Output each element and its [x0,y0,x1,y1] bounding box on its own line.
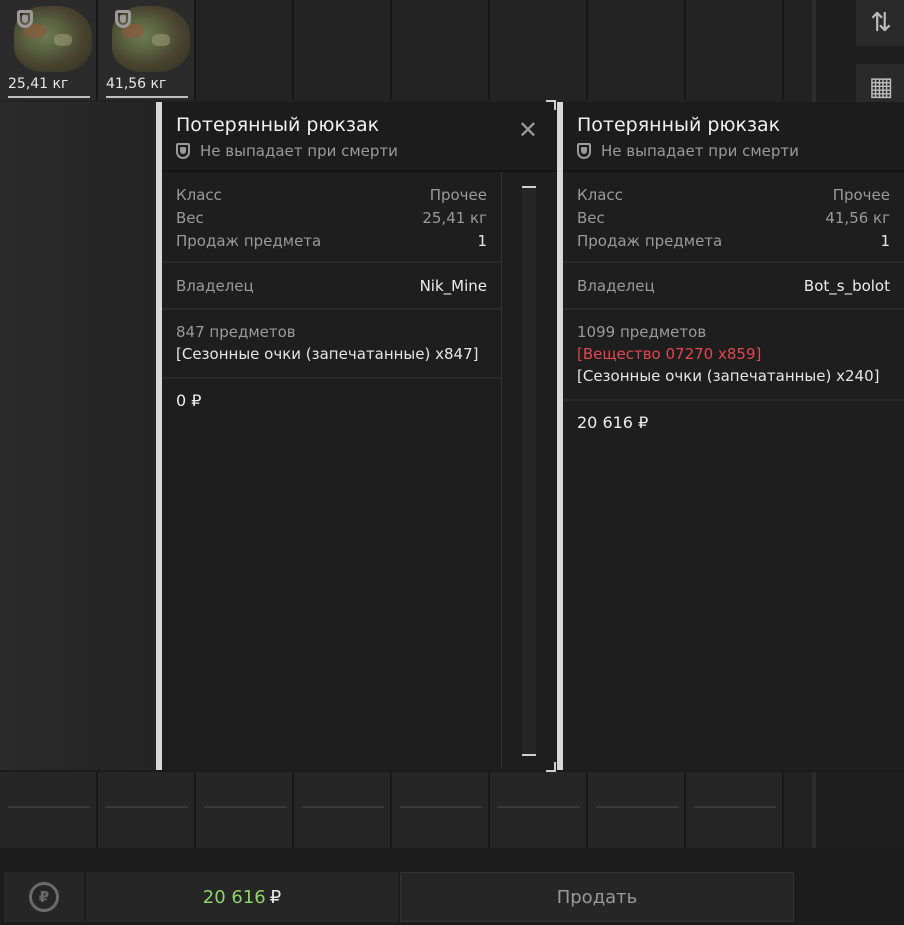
inventory-slot-4[interactable] [294,0,392,100]
no-drop-label: Не выпадает при смерти [200,142,398,160]
inventory-slot-1[interactable]: 25,41 кг [0,0,98,100]
inventory-slot-7[interactable] [588,0,686,100]
weight-label: Вес [176,209,204,227]
inventory-slot[interactable] [588,772,686,848]
slot-bar [596,806,678,808]
content-item-warning: [Вещество 07270 x859] [577,345,762,363]
scrollbar-track[interactable] [812,0,816,102]
slot-weight: 25,41 кг [8,76,69,92]
owner-label: Владелец [577,277,655,295]
sale-label: Продаж предмета [176,232,322,250]
class-value: Прочее [832,186,890,204]
inventory-slot-3[interactable] [196,0,294,100]
tooltip-header: Потерянный рюкзак Не выпадает при смерти [563,102,904,172]
content-item: [Сезонные очки (запечатанные) x240] [577,367,880,385]
weight-value: 25,41 кг [422,209,487,227]
sell-button[interactable]: Продать [400,872,794,922]
contents-section: 847 предметов [Сезонные очки (запечатанн… [162,310,501,379]
inventory-slot[interactable] [294,772,392,848]
owner-value: Bot_s_bolot [803,277,890,295]
close-icon[interactable]: ✕ [518,116,538,144]
slot-bar [302,806,384,808]
side-panel-bottom [812,772,904,848]
slot-durability-bar [8,96,90,98]
slot-bar [204,806,286,808]
shield-icon [176,143,190,159]
sort-icon[interactable]: ⇅ [856,0,904,46]
stats-section: Класс Прочее Вес 25,41 кг Продаж предмета 1 [162,172,501,263]
slot-weight: 41,56 кг [106,76,167,92]
tooltip-body: Класс Прочее Вес 25,41 кг Продаж предмета 1… [162,172,502,768]
inventory-grid-top: 25,41 кг 41,56 кг [0,0,812,102]
inventory-grid-bottom [0,772,812,848]
ruble-coin-icon: ₽ [29,882,59,912]
stats-section: Класс Прочее Вес 41,56 кг Продаж предмета 1 [563,172,904,263]
inventory-slot[interactable] [392,772,490,848]
weight-label: Вес [577,209,605,227]
sale-value: 1 [880,232,890,250]
tooltip-body: Класс Прочее Вес 41,56 кг Продаж предмета 1… [563,172,904,444]
inventory-slot[interactable] [490,772,588,848]
owner-value: Nik_Mine [419,277,487,295]
currency-symbol: ₽ [269,886,282,908]
money-value: 0 ₽ [176,391,202,410]
slot-bar [106,806,188,808]
inventory-slot-8[interactable] [686,0,784,100]
scroll-bottom-mark [522,754,536,756]
weight-value: 41,56 кг [825,209,890,227]
scrollbar-track[interactable] [812,772,816,848]
owner-label: Владелец [176,277,254,295]
tooltip-scrollbar[interactable] [522,186,536,756]
auto-sell-button[interactable]: ₽ [4,872,84,922]
shield-icon [115,10,131,28]
sell-footer: ₽ 20 616 ₽ Продать [0,848,904,925]
inventory-slot-6[interactable] [490,0,588,100]
money-value: 20 616 ₽ [577,413,649,432]
class-label: Класс [577,186,623,204]
corner-marker [546,100,556,110]
owner-section: Владелец Bot_s_bolot [563,263,904,310]
class-value: Прочее [429,186,487,204]
corner-marker [546,762,556,772]
inventory-slot[interactable] [686,772,784,848]
inventory-slot[interactable] [196,772,294,848]
item-tooltip-right: Потерянный рюкзак Не выпадает при смерти… [557,102,904,770]
tooltip-header: Потерянный рюкзак Не выпадает при смерти… [162,102,556,172]
inventory-slot[interactable] [98,772,196,848]
owner-section: Владелец Nik_Mine [162,263,501,310]
items-count: 1099 предметов [577,323,707,341]
background-area [0,102,156,770]
slot-bar [400,806,482,808]
content-item: [Сезонные очки (запечатанные) x847] [176,345,479,363]
sell-total: 20 616 ₽ [86,872,398,922]
shield-icon [17,10,33,28]
slot-bar [8,806,90,808]
inventory-slot-5[interactable] [392,0,490,100]
no-drop-label: Не выпадает при смерти [601,142,799,160]
item-subtitle: Не выпадает при смерти [176,142,542,160]
items-count: 847 предметов [176,323,296,341]
inventory-slot-2[interactable]: 41,56 кг [98,0,196,100]
slot-durability-bar [106,96,188,98]
total-amount: 20 616 [202,886,266,908]
sale-value: 1 [477,232,487,250]
side-toolbar: ⇅ ▦ [812,0,904,110]
item-tooltip-left: Потерянный рюкзак Не выпадает при смерти… [156,102,556,770]
inventory-slot[interactable] [0,772,98,848]
contents-section: 1099 предметов [Вещество 07270 x859] [Се… [563,310,904,401]
shield-icon [577,143,591,159]
scroll-top-mark [522,186,536,188]
item-subtitle: Не выпадает при смерти [577,142,890,160]
slot-bar [498,806,580,808]
item-title: Потерянный рюкзак [176,114,380,136]
sale-label: Продаж предмета [577,232,723,250]
class-label: Класс [176,186,222,204]
item-title: Потерянный рюкзак [577,114,781,136]
slot-bar [694,806,776,808]
